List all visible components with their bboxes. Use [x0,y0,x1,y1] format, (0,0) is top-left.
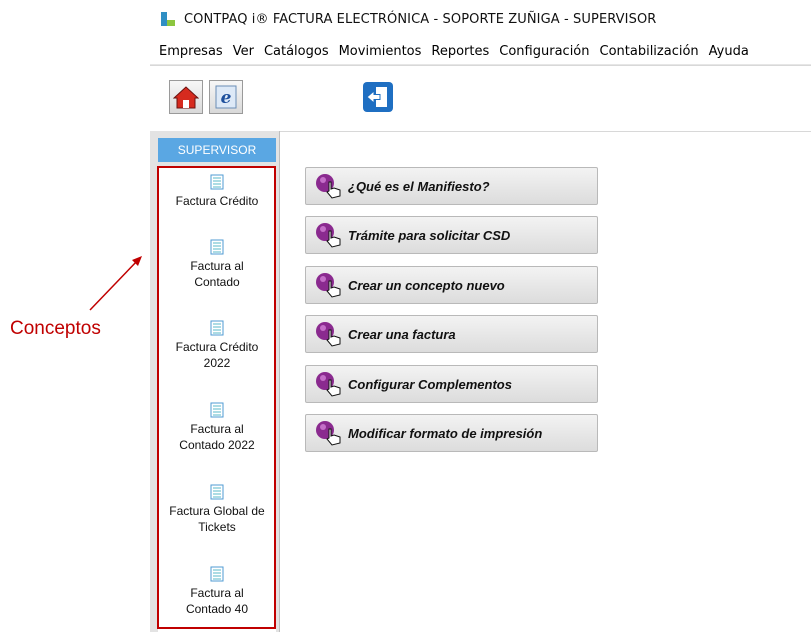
hand-pointer-icon [316,322,341,347]
e-document-button[interactable]: e [209,80,243,114]
configurar-complementos-button[interactable]: Configurar Complementos [305,365,598,403]
home-button[interactable] [169,80,203,114]
modificar-formato-impresion-button[interactable]: Modificar formato de impresión [305,414,598,452]
title-bar: CONTPAQ i® FACTURA ELECTRÓNICA - SOPORTE… [150,0,811,38]
tramite-solicitar-csd-button[interactable]: Trámite para solicitar CSD [305,216,598,254]
svg-text:e: e [221,88,232,108]
menu-configuracion[interactable]: Configuración [494,44,594,59]
hand-pointer-icon [316,174,341,199]
menu-ayuda[interactable]: Ayuda [704,44,754,59]
menu-reportes[interactable]: Reportes [426,44,494,59]
action-label: Configurar Complementos [348,376,512,392]
action-label: Crear una factura [348,326,456,342]
hand-pointer-icon [316,372,341,397]
home-icon [173,86,199,109]
menu-empresas[interactable]: Empresas [150,44,228,59]
action-label: Crear un concepto nuevo [348,277,505,293]
hand-pointer-icon [316,223,341,248]
action-label: Trámite para solicitar CSD [348,227,511,243]
action-label: ¿Qué es el Manifiesto? [348,178,490,194]
menu-ver[interactable]: Ver [228,44,259,59]
hand-pointer-icon [316,421,341,446]
concepts-highlight-box [157,166,276,629]
supervisor-tab[interactable]: SUPERVISOR [158,138,276,162]
crear-factura-button[interactable]: Crear una factura [305,315,598,353]
hand-pointer-icon [316,273,341,298]
contpaqi-app-icon [161,12,175,26]
menu-movimientos[interactable]: Movimientos [334,44,427,59]
window-title: CONTPAQ i® FACTURA ELECTRÓNICA - SOPORTE… [184,11,657,27]
conceptos-annotation-label: Conceptos [10,318,101,339]
exit-door-icon [363,82,393,112]
e-document-icon: e [215,85,237,109]
crear-concepto-nuevo-button[interactable]: Crear un concepto nuevo [305,266,598,304]
menu-bar: Empresas Ver Catálogos Movimientos Repor… [150,38,811,65]
menu-catalogos[interactable]: Catálogos [259,44,334,59]
que-es-el-manifiesto-button[interactable]: ¿Qué es el Manifiesto? [305,167,598,205]
menu-contabilizacion[interactable]: Contabilización [595,44,704,59]
toolbar: e [150,65,811,132]
exit-button[interactable] [362,81,394,113]
action-label: Modificar formato de impresión [348,425,543,441]
annotation-arrow [89,256,142,311]
